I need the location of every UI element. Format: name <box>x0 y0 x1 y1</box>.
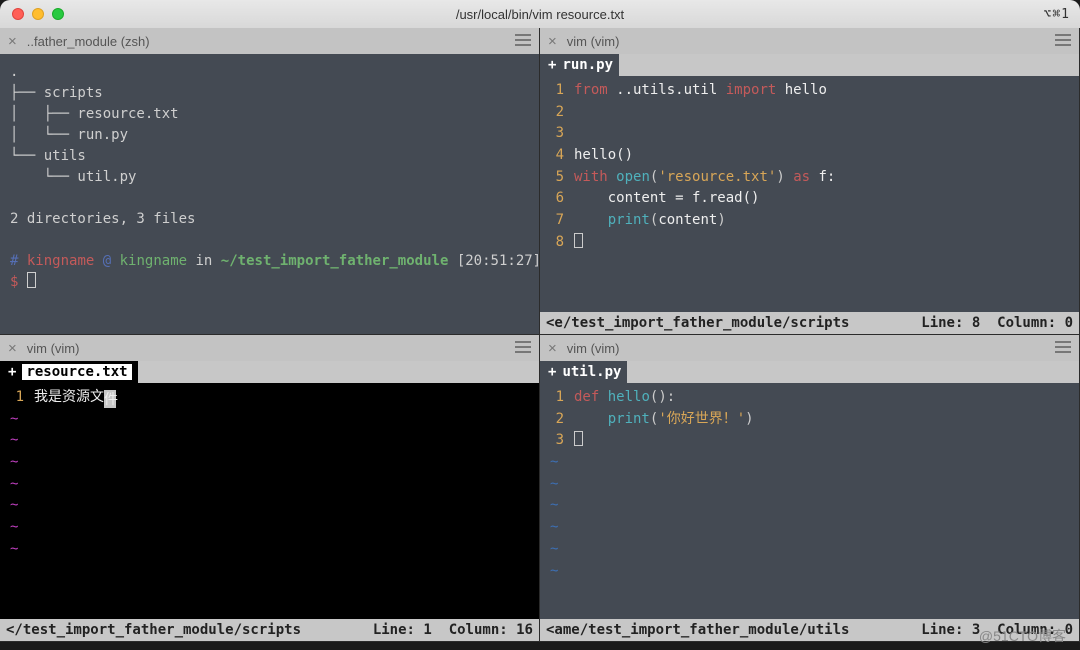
close-icon[interactable]: × <box>8 34 17 49</box>
pane-grid: × ..father_module (zsh) . ├── scripts │ … <box>0 28 1080 642</box>
close-icon[interactable]: × <box>548 34 557 49</box>
window-title: /usr/local/bin/vim resource.txt <box>0 7 1080 22</box>
tab-strip <box>138 361 539 383</box>
pane-tab-bl[interactable]: × vim (vim) <box>0 335 539 361</box>
tab-strip <box>627 361 1079 383</box>
close-icon[interactable]: × <box>548 341 557 356</box>
editor-util-py[interactable]: + util.py 1def hello():2 print('你好世界！')3… <box>540 361 1079 641</box>
terminal-tree[interactable]: . ├── scripts │ ├── resource.txt │ └── r… <box>0 54 539 334</box>
status-bar: </test_import_father_module/scripts Line… <box>0 619 539 641</box>
pane-top-right: × vim (vim) + run.py 1from ..utils.util … <box>540 28 1080 335</box>
status-bar: <e/test_import_father_module/scripts Lin… <box>540 312 1079 334</box>
modified-indicator: + <box>8 364 16 380</box>
menu-icon[interactable] <box>1055 340 1071 357</box>
editor-resource-txt[interactable]: + resource.txt 1我是资源文件~~~~~~~ </test_imp… <box>0 361 539 641</box>
window-hint: ⌥⌘1 <box>1044 7 1070 22</box>
pane-tab-tr[interactable]: × vim (vim) <box>540 28 1079 54</box>
file-tab[interactable]: + run.py <box>540 54 1079 76</box>
status-line: Line: 8 <box>921 315 980 331</box>
window-titlebar: /usr/local/bin/vim resource.txt ⌥⌘1 <box>0 0 1080 28</box>
file-tab[interactable]: + resource.txt <box>0 361 539 383</box>
code-area[interactable]: 1from ..utils.util import hello234hello(… <box>540 76 1079 312</box>
modified-indicator: + <box>548 57 556 73</box>
pane-bottom-right: × vim (vim) + util.py 1def hello():2 pri… <box>540 335 1080 642</box>
menu-icon[interactable] <box>1055 33 1071 50</box>
status-path: </test_import_father_module/scripts <box>6 622 301 638</box>
pane-bottom-left: × vim (vim) + resource.txt 1我是资源文件~~~~~~… <box>0 335 540 642</box>
file-tab[interactable]: + util.py <box>540 361 1079 383</box>
menu-icon[interactable] <box>515 340 531 357</box>
pane-tab-label: ..father_module (zsh) <box>27 34 150 49</box>
status-line: Line: 3 <box>921 622 980 638</box>
file-name: resource.txt <box>22 364 131 380</box>
close-icon[interactable]: × <box>8 341 17 356</box>
status-column: Column: 0 <box>997 315 1073 331</box>
menu-icon[interactable] <box>515 33 531 50</box>
tab-strip <box>619 54 1079 76</box>
status-line: Line: 1 <box>373 622 432 638</box>
code-area[interactable]: 1我是资源文件~~~~~~~ <box>0 383 539 619</box>
pane-top-left: × ..father_module (zsh) . ├── scripts │ … <box>0 28 540 335</box>
status-path: <e/test_import_father_module/scripts <box>546 315 849 331</box>
status-bar: <ame/test_import_father_module/utils Lin… <box>540 619 1079 641</box>
status-column: Column: 16 <box>449 622 533 638</box>
file-name: run.py <box>562 57 613 73</box>
pane-tab-label: vim (vim) <box>27 341 80 356</box>
code-area[interactable]: 1def hello():2 print('你好世界！')3~~~~~~ <box>540 383 1079 619</box>
file-name: util.py <box>562 364 621 380</box>
status-column: Column: 0 <box>997 622 1073 638</box>
pane-tab-label: vim (vim) <box>567 341 620 356</box>
status-path: <ame/test_import_father_module/utils <box>546 622 849 638</box>
pane-tab-label: vim (vim) <box>567 34 620 49</box>
pane-tab-br[interactable]: × vim (vim) <box>540 335 1079 361</box>
modified-indicator: + <box>548 364 556 380</box>
pane-tab-tl[interactable]: × ..father_module (zsh) <box>0 28 539 54</box>
editor-run-py[interactable]: + run.py 1from ..utils.util import hello… <box>540 54 1079 334</box>
